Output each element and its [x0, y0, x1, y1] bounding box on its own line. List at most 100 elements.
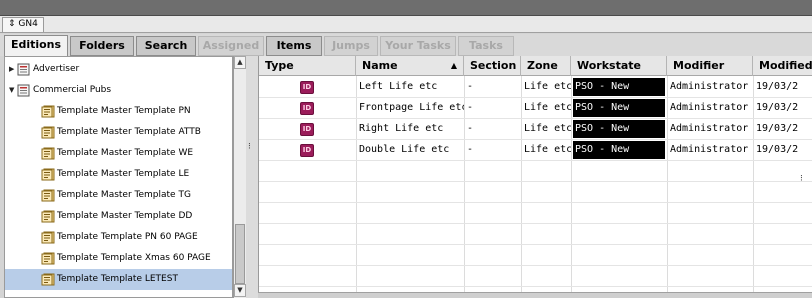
scroll-thumb[interactable]: [235, 224, 245, 284]
edition-template-icon: [41, 231, 55, 244]
panel-splitter[interactable]: ⁝: [246, 56, 258, 298]
cell-workstate: PSO - New: [573, 99, 665, 117]
cell-section: -: [467, 81, 474, 92]
top-bar: [0, 0, 812, 16]
splitter-grip-icon: ⁝: [248, 142, 251, 152]
column-header-label: Name: [362, 59, 398, 72]
tab-tasks[interactable]: Tasks: [458, 36, 514, 56]
tree-item-label: Template Master Template PN: [57, 106, 191, 116]
tree-item-label: Template Template Xmas 60 PAGE: [57, 253, 211, 263]
cell-name: Double Life etc: [359, 144, 450, 155]
grid-grip-icon[interactable]: ⁝: [800, 174, 803, 184]
panel-title: GN4: [18, 19, 38, 29]
cell-modifier: Administrator: [670, 144, 749, 155]
column-header-section[interactable]: Section: [464, 56, 521, 76]
publication-icon: [17, 63, 30, 76]
tree-item[interactable]: ▼ Commercial Pubs: [5, 80, 232, 101]
edition-tree[interactable]: ▶ Advertiser ▼ Commercial Pubs Template Mast…: [4, 56, 233, 298]
tree-item[interactable]: ▶ Advertiser: [5, 59, 232, 80]
tree-item-label: Advertiser: [33, 64, 80, 74]
tree-item[interactable]: Template Master Template ATTB: [5, 122, 232, 143]
tab-strip: Editions Folders Search Assigned Items Jumps Y…: [0, 34, 812, 56]
column-header-type[interactable]: Type: [259, 56, 356, 76]
tree-item[interactable]: Template Template LETEST: [5, 269, 232, 290]
tree-item-label: Template Master Template WE: [57, 148, 194, 158]
cell-modified: 19/03/2: [756, 123, 799, 134]
tab-folders[interactable]: Folders: [70, 36, 134, 56]
cell-section: -: [467, 102, 474, 113]
expand-arrow-icon[interactable]: ▶: [9, 59, 17, 80]
cell-modified: 19/03/2: [756, 144, 799, 155]
tree-item[interactable]: Template Template Xmas 60 PAGE: [5, 248, 232, 269]
grid-header: Type Name ▲ Section Zone Workstate Modifier Mod…: [259, 56, 812, 76]
edition-template-icon: [41, 273, 55, 286]
cell-zone: Life etc: [524, 102, 571, 113]
grid-row-line: [259, 244, 812, 245]
cell-section: -: [467, 144, 474, 155]
tree-scrollbar[interactable]: ▲ ▼: [233, 56, 246, 298]
tree-item-label: Template Template PN 60 PAGE: [57, 232, 198, 242]
column-header-label: Type: [265, 59, 294, 72]
publication-icon: [17, 84, 30, 97]
up-down-arrows-icon: ⇕: [8, 19, 16, 29]
collapse-arrow-icon[interactable]: ▼: [9, 80, 17, 101]
grid-row-line: [259, 202, 812, 203]
column-header-label: Section: [470, 59, 517, 72]
tree-item[interactable]: Template Master Template DD: [5, 206, 232, 227]
cell-modifier: Administrator: [670, 81, 749, 92]
indesign-document-icon: ID: [300, 81, 314, 94]
column-header-workstate[interactable]: Workstate: [571, 56, 667, 76]
tab-editions[interactable]: Editions: [4, 35, 68, 56]
cell-name: Frontpage Life etc: [359, 102, 464, 113]
cell-name: Left Life etc: [359, 81, 438, 92]
tab-jumps[interactable]: Jumps: [324, 36, 378, 56]
tab-your-tasks[interactable]: Your Tasks: [380, 36, 456, 56]
cell-modified: 19/03/2: [756, 81, 799, 92]
grid-row-line: [259, 265, 812, 266]
edition-template-icon: [41, 147, 55, 160]
column-header-modified[interactable]: Modified: [753, 56, 812, 76]
items-grid[interactable]: Type Name ▲ Section Zone Workstate Modifier Mod…: [258, 56, 812, 298]
grid-row-line: [259, 286, 812, 287]
grid-row-line: [259, 181, 812, 182]
column-header-name[interactable]: Name ▲: [356, 56, 464, 76]
tree-item-label: Commercial Pubs: [33, 85, 112, 95]
tree-item-label: Template Master Template ATTB: [57, 127, 201, 137]
tree-item-label: Template Master Template DD: [57, 211, 193, 221]
indesign-document-icon: ID: [300, 123, 314, 136]
edition-template-icon: [41, 210, 55, 223]
tree-item[interactable]: Template Template PN 60 PAGE: [5, 227, 232, 248]
column-header-label: Workstate: [577, 59, 641, 72]
tab-assigned[interactable]: Assigned: [198, 36, 264, 56]
gn4-panel-tab[interactable]: ⇕ GN4: [2, 17, 44, 32]
tree-item[interactable]: Template Master Template WE: [5, 143, 232, 164]
cell-zone: Life etc: [524, 81, 571, 92]
cell-zone: Life etc: [524, 144, 571, 155]
cell-modified: 19/03/2: [756, 102, 799, 113]
panel-title-bar: ⇕ GN4: [0, 16, 812, 33]
column-header-label: Modified: [759, 59, 812, 72]
tree-item[interactable]: Template Master Template TG: [5, 185, 232, 206]
cell-modifier: Administrator: [670, 102, 749, 113]
tab-items[interactable]: Items: [266, 36, 322, 56]
tree-item-label: Template Master Template TG: [57, 190, 191, 200]
cell-zone: Life etc: [524, 123, 571, 134]
grid-row-line: [259, 223, 812, 224]
column-header-zone[interactable]: Zone: [521, 56, 571, 76]
edition-template-icon: [41, 126, 55, 139]
tree-item[interactable]: Template Master Template PN: [5, 101, 232, 122]
cell-workstate: PSO - New: [573, 120, 665, 138]
edition-template-icon: [41, 168, 55, 181]
cell-name: Right Life etc: [359, 123, 444, 134]
indesign-document-icon: ID: [300, 144, 314, 157]
tree-item-label: Template Template LETEST: [57, 274, 178, 284]
tab-search[interactable]: Search: [136, 36, 196, 56]
tree-item[interactable]: Template Master Template LE: [5, 164, 232, 185]
column-header-modifier[interactable]: Modifier: [667, 56, 753, 76]
edition-template-icon: [41, 252, 55, 265]
cell-workstate: PSO - New: [573, 141, 665, 159]
grid-row-line: [259, 160, 812, 161]
scroll-down-button[interactable]: ▼: [234, 284, 246, 297]
scroll-up-button[interactable]: ▲: [234, 56, 246, 69]
grid-bottom-strip: [258, 292, 812, 298]
